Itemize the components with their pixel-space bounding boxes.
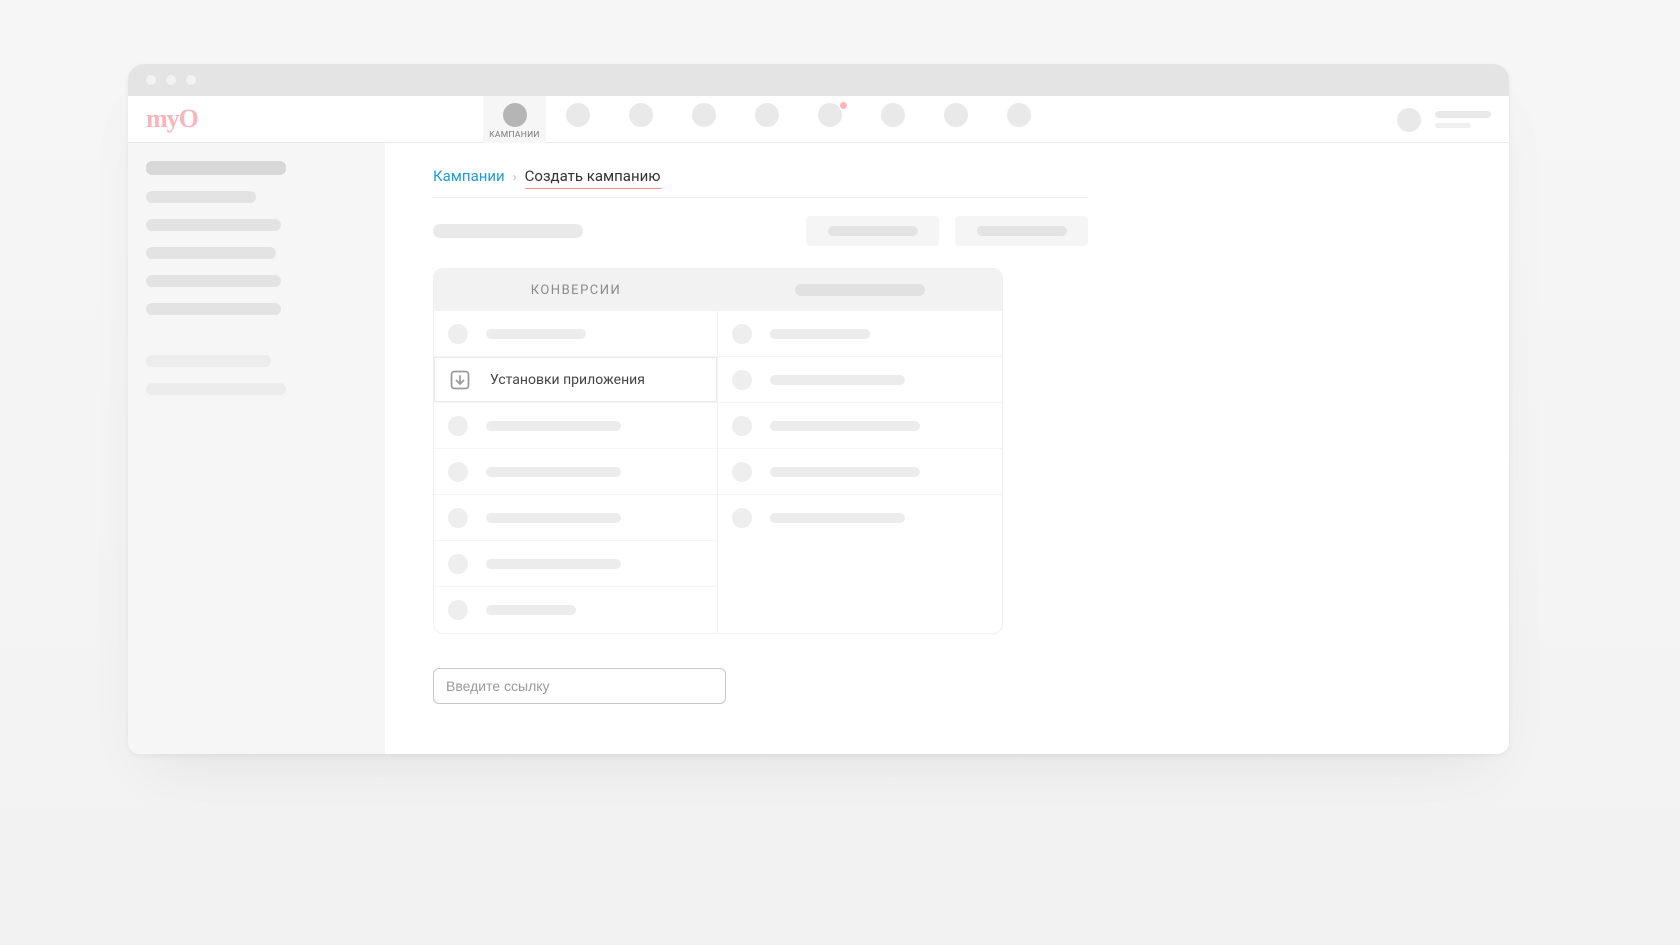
user-name-placeholder — [1435, 111, 1491, 128]
goal-option-app-installs[interactable]: Установки приложения — [434, 357, 717, 403]
filter-chip[interactable] — [955, 216, 1088, 246]
sidebar-item[interactable] — [146, 219, 281, 231]
sidebar-item[interactable] — [146, 161, 286, 175]
tab-item[interactable]: . — [987, 96, 1050, 143]
tab-item[interactable]: . — [798, 96, 861, 143]
goal-option[interactable] — [434, 587, 717, 633]
sidebar-item[interactable] — [146, 247, 276, 259]
goal-option[interactable] — [434, 403, 717, 449]
tab-item[interactable]: . — [672, 96, 735, 143]
goal-option[interactable] — [434, 311, 717, 357]
tab-item[interactable]: . — [735, 96, 798, 143]
goal-option[interactable] — [718, 311, 1002, 357]
notification-badge-icon — [840, 102, 847, 109]
breadcrumb-root-link[interactable]: Кампании — [433, 167, 505, 185]
sidebar-item[interactable] — [146, 191, 256, 203]
main-content: Кампании › Создать кампанию КОНВЕРСИИ — [385, 143, 1509, 754]
tab-icon-placeholder — [566, 103, 590, 127]
goal-option[interactable] — [718, 495, 1002, 541]
goal-option[interactable] — [434, 449, 717, 495]
tab-item[interactable]: . — [609, 96, 672, 143]
chrome-dot — [146, 75, 156, 85]
browser-window: myO КАМПАНИИ . . . . . . . . — [128, 64, 1509, 754]
download-icon — [448, 368, 472, 392]
goal-option[interactable] — [718, 357, 1002, 403]
goal-selection-card: КОНВЕРСИИ Устан — [433, 268, 1003, 634]
chrome-dot — [186, 75, 196, 85]
sidebar-item[interactable] — [146, 303, 281, 315]
section-title-placeholder — [433, 224, 583, 238]
avatar — [1397, 108, 1421, 132]
goal-option[interactable] — [434, 541, 717, 587]
tab-icon-placeholder — [692, 103, 716, 127]
column-header-placeholder — [718, 269, 1002, 311]
link-input[interactable] — [433, 668, 726, 704]
app-logo: myO — [146, 104, 206, 134]
sidebar — [128, 143, 385, 754]
sidebar-item[interactable] — [146, 275, 281, 287]
goal-option[interactable] — [718, 403, 1002, 449]
filter-chip[interactable] — [806, 216, 939, 246]
tab-item[interactable]: . — [546, 96, 609, 143]
tab-item[interactable]: . — [924, 96, 987, 143]
app-header: myO КАМПАНИИ . . . . . . . . — [128, 96, 1509, 143]
top-tabs: КАМПАНИИ . . . . . . . . — [483, 96, 1050, 143]
tab-icon-placeholder — [1007, 103, 1031, 127]
user-menu[interactable] — [1397, 96, 1491, 143]
subheader-row — [433, 216, 1088, 246]
breadcrumb-current: Создать кампанию — [525, 167, 661, 189]
tab-label: КАМПАНИИ — [489, 129, 540, 141]
chrome-dot — [166, 75, 176, 85]
column-header-conversions: КОНВЕРСИИ — [434, 269, 718, 311]
goal-option-label: Установки приложения — [490, 372, 645, 388]
goal-option[interactable] — [434, 495, 717, 541]
sidebar-item[interactable] — [146, 383, 286, 395]
tab-icon-placeholder — [944, 103, 968, 127]
tab-icon-placeholder — [503, 103, 527, 127]
tab-campaigns[interactable]: КАМПАНИИ — [483, 96, 546, 143]
browser-chrome — [128, 64, 1509, 96]
tab-item[interactable]: . — [861, 96, 924, 143]
goal-option[interactable] — [718, 449, 1002, 495]
tab-icon-placeholder — [629, 103, 653, 127]
breadcrumb-separator: › — [513, 170, 517, 185]
tab-icon-placeholder — [755, 103, 779, 127]
tab-icon-placeholder — [881, 103, 905, 127]
breadcrumb: Кампании › Создать кампанию — [433, 167, 1461, 189]
sidebar-item[interactable] — [146, 355, 271, 367]
tab-icon-placeholder — [818, 103, 842, 127]
